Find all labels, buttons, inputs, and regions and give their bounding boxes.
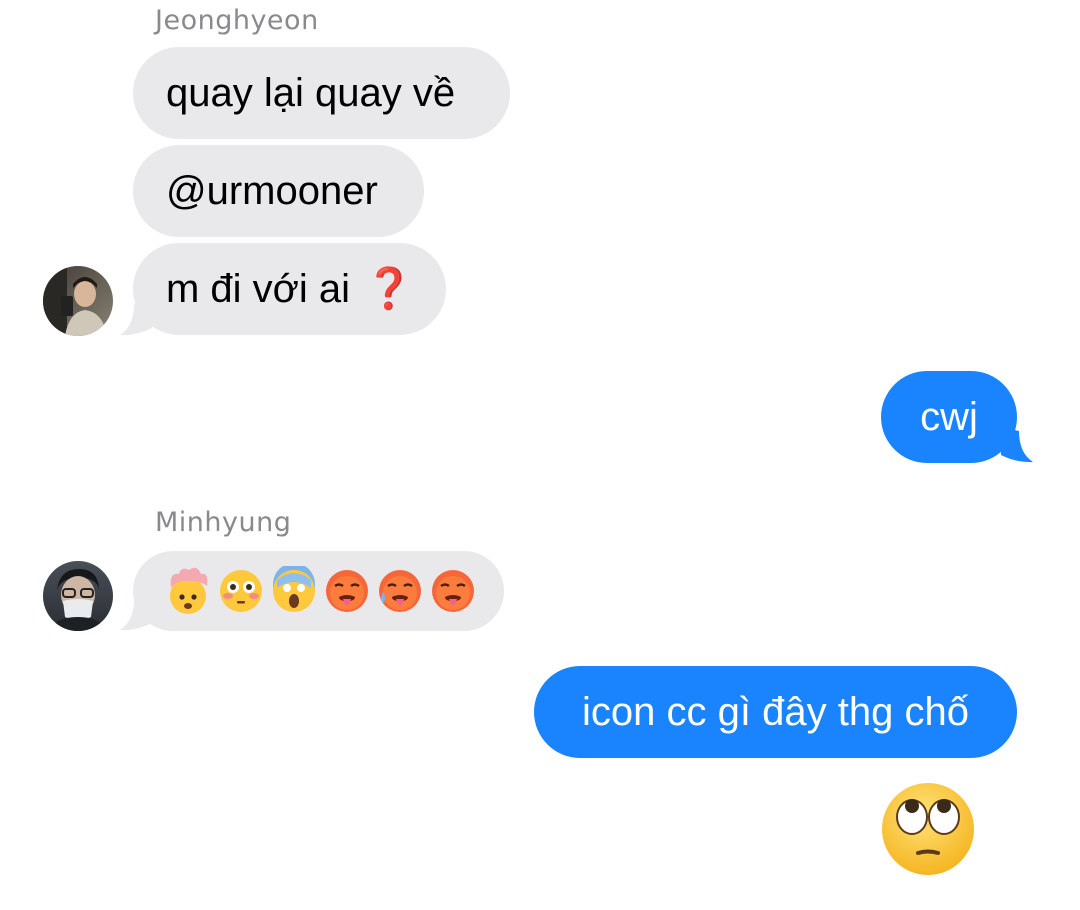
exploding-head-icon [170, 567, 208, 614]
avatar-photo-icon [43, 561, 113, 631]
message-text: @urmooner [166, 169, 378, 213]
hot-face-icon [432, 570, 474, 612]
avatar[interactable] [43, 561, 113, 631]
avatar-photo-icon [43, 266, 113, 336]
hot-face-icon [326, 570, 368, 612]
avatar[interactable] [43, 266, 113, 336]
emoji-row [163, 566, 478, 616]
flushed-face-icon [220, 570, 262, 612]
message-text: icon cc gì đây thg chố [582, 690, 969, 734]
incoming-message-bubble[interactable]: @urmooner [133, 145, 424, 237]
outgoing-message-bubble[interactable]: icon cc gì đây thg chố [534, 666, 1017, 758]
face-with-rolling-eyes-icon[interactable] [880, 781, 976, 877]
screaming-face-icon [273, 566, 315, 612]
chat-thread: Jeonghyeon quay lại quay về @urmooner m … [0, 0, 1080, 910]
incoming-message-bubble[interactable] [133, 551, 504, 631]
message-text: cwj [920, 395, 978, 439]
incoming-message-bubble[interactable]: m đi với ai ❓ [133, 243, 446, 335]
sender-name: Jeonghyeon [155, 5, 319, 36]
hot-face-sweat-icon [379, 570, 421, 612]
red-question-mark-icon: ❓ [364, 266, 414, 312]
outgoing-message-bubble[interactable]: cwj [881, 371, 1017, 463]
message-text: quay lại quay về [166, 71, 456, 115]
incoming-message-bubble[interactable]: quay lại quay về [133, 47, 510, 139]
sender-name: Minhyung [155, 507, 292, 538]
message-text: m đi với ai [166, 267, 351, 311]
